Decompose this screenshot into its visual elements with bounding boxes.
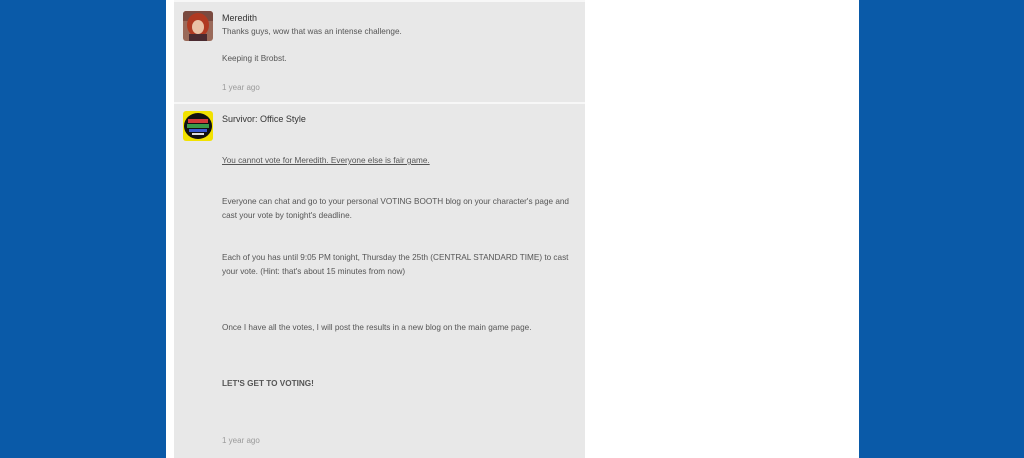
comment-author[interactable]: Meredith bbox=[222, 13, 257, 23]
comment-survivor: Survivor: Office Style You cannot vote f… bbox=[174, 104, 585, 458]
user-avatar-icon bbox=[183, 11, 213, 41]
comment-text-rule: You cannot vote for Meredith. Everyone e… bbox=[222, 156, 430, 165]
comment-text-callout: LET'S GET TO VOTING! bbox=[222, 379, 314, 388]
comment-text: Thanks guys, wow that was an intense cha… bbox=[222, 27, 402, 36]
comment-author[interactable]: Survivor: Office Style bbox=[222, 114, 306, 124]
comment-text: Keeping it Brobst. bbox=[222, 54, 287, 63]
comment-text: Once I have all the votes, I will post t… bbox=[222, 323, 532, 332]
avatar-survivor[interactable] bbox=[183, 111, 213, 141]
comment-timestamp: 1 year ago bbox=[222, 83, 260, 92]
comment-text: Each of you has until 9:05 PM tonight, T… bbox=[222, 253, 569, 276]
comment-feed: Meredith Thanks guys, wow that was an in… bbox=[174, 0, 585, 458]
comment-meredith: Meredith Thanks guys, wow that was an in… bbox=[174, 0, 585, 102]
comment-timestamp: 1 year ago bbox=[222, 436, 260, 445]
avatar-meredith[interactable] bbox=[183, 11, 213, 41]
comment-text: Everyone can chat and go to your persona… bbox=[222, 197, 569, 220]
survivor-logo-icon bbox=[183, 111, 213, 141]
